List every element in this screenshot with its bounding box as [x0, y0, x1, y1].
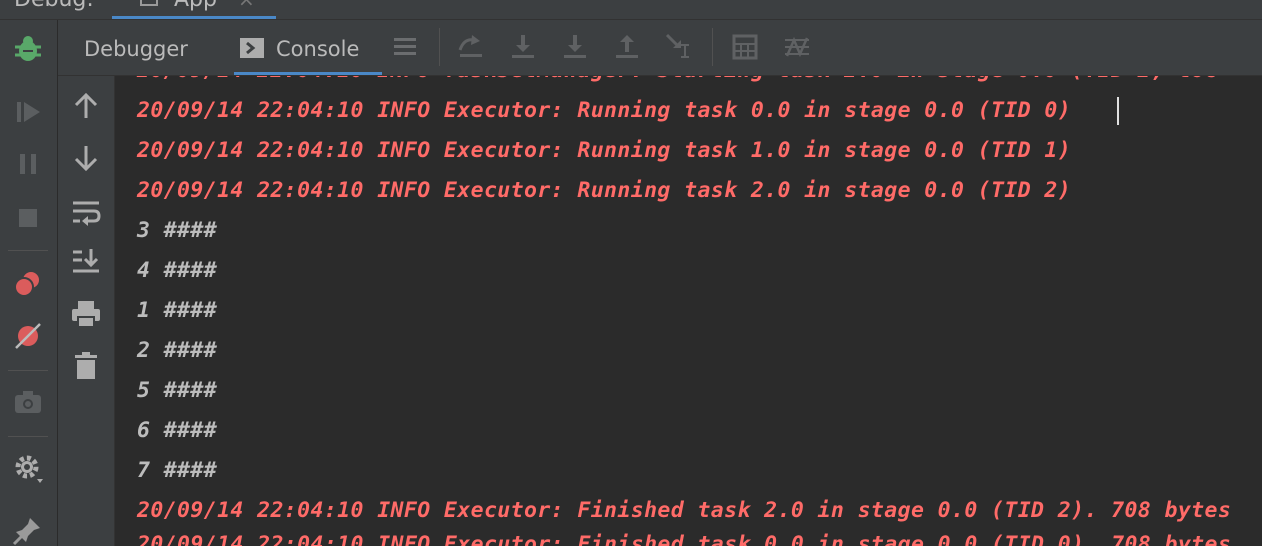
debugger-toolbar: Debugger Console	[58, 20, 1262, 76]
step-over-icon[interactable]	[508, 32, 538, 62]
console-output[interactable]: 20/09/14 22:04:10 INFO TaskSetManager: S…	[115, 76, 1262, 546]
pin-icon[interactable]	[12, 514, 44, 546]
soft-wrap-icon[interactable]	[70, 196, 102, 228]
toolbar-separator	[439, 28, 440, 66]
toolbar-separator	[8, 436, 48, 437]
toolbar-separator	[8, 250, 48, 251]
console-line: 2 ####	[137, 338, 218, 363]
toolbar-separator	[8, 370, 48, 371]
pause-icon[interactable]	[12, 148, 44, 180]
menu-icon[interactable]	[390, 32, 420, 62]
toolbar-separator	[712, 28, 713, 66]
console-line: 3 ####	[137, 218, 218, 243]
camera-icon[interactable]	[12, 386, 44, 418]
bug-icon[interactable]	[12, 33, 44, 65]
console-line: 20/09/14 22:04:10 INFO Executor: Running…	[137, 178, 1072, 203]
mute-breakpoints-icon[interactable]	[12, 320, 44, 352]
console-line: 1 ####	[137, 298, 218, 323]
text-caret	[1117, 97, 1119, 125]
tab-console[interactable]: Console	[276, 37, 359, 61]
step-out-icon[interactable]	[612, 32, 642, 62]
evaluate-expression-icon[interactable]	[730, 32, 760, 62]
console-line: 4 ####	[137, 258, 218, 283]
step-into-icon[interactable]	[560, 32, 590, 62]
down-arrow-icon[interactable]	[70, 142, 102, 174]
console-line: 7 ####	[137, 458, 218, 483]
console-line: 20/09/14 22:04:10 INFO Executor: Finishe…	[137, 532, 1232, 546]
view-breakpoints-icon[interactable]	[12, 268, 44, 300]
settings-icon[interactable]	[12, 452, 44, 484]
tab-app-label: App	[174, 0, 217, 12]
run-to-cursor-icon[interactable]	[664, 32, 694, 62]
console-line: 5 ####	[137, 378, 218, 403]
debug-tool-label: Debug:	[14, 0, 94, 12]
close-icon[interactable]: ×	[238, 0, 255, 11]
trace-stream-icon[interactable]	[782, 32, 812, 62]
debug-left-toolbar	[0, 20, 58, 546]
tab-app[interactable]: App ×	[112, 0, 276, 19]
resume-icon[interactable]	[12, 96, 44, 128]
up-arrow-icon[interactable]	[70, 90, 102, 122]
stop-icon[interactable]	[12, 202, 44, 234]
console-line: 20/09/14 22:04:10 INFO TaskSetManager: S…	[137, 76, 1218, 84]
active-tab-underline	[112, 16, 276, 19]
trash-icon[interactable]	[70, 350, 102, 382]
console-line: 6 ####	[137, 418, 218, 443]
scroll-to-end-icon[interactable]	[70, 246, 102, 278]
console-side-toolbar	[58, 76, 115, 546]
active-tab-underline	[234, 72, 382, 75]
console-line: 20/09/14 22:04:10 INFO Executor: Finishe…	[137, 498, 1232, 523]
print-icon[interactable]	[70, 298, 102, 330]
tab-debugger[interactable]: Debugger	[84, 37, 188, 61]
console-line: 20/09/14 22:04:10 INFO Executor: Running…	[137, 98, 1072, 123]
console-line: 20/09/14 22:04:10 INFO Executor: Running…	[137, 138, 1072, 163]
show-execution-point-icon[interactable]	[456, 32, 486, 62]
window-tab-strip: Debug: App ×	[0, 0, 1262, 20]
console-icon	[240, 38, 264, 58]
window-icon	[140, 0, 158, 6]
